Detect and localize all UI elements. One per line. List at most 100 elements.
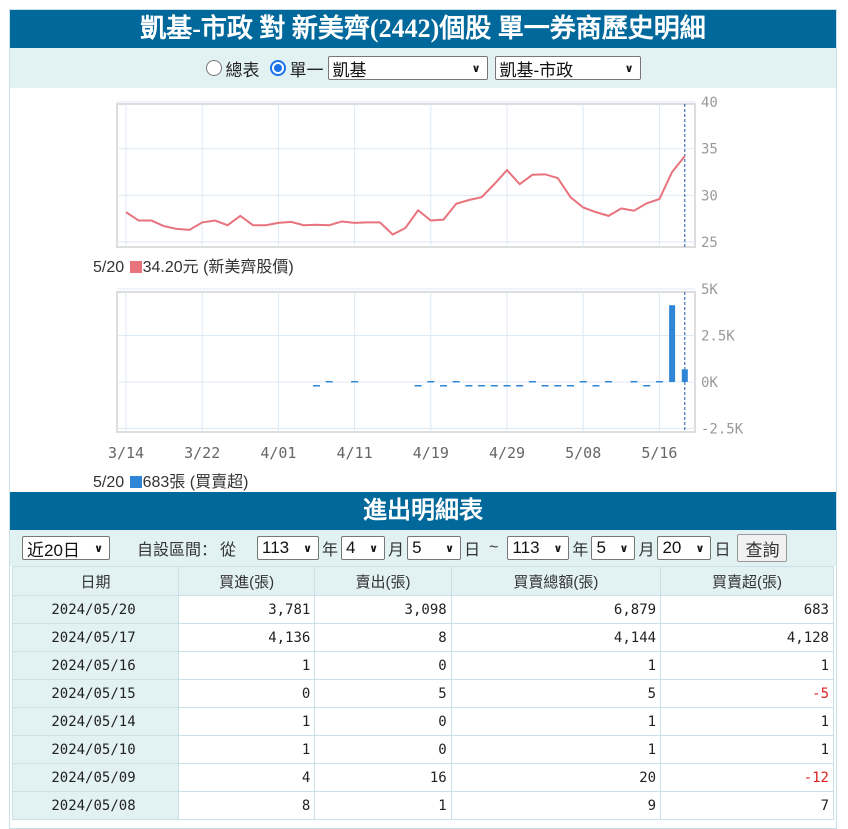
buy-cell: 1: [177, 707, 316, 736]
xtick-label: 5/08: [565, 444, 601, 462]
detail-table: 日期 買進(張) 賣出(張) 買賣總額(張) 買賣超(張) 2024/05/20 3,78…: [12, 566, 834, 820]
from-year-select[interactable]: 113 ∨: [257, 536, 320, 560]
column-header[interactable]: 買進(張): [177, 566, 316, 596]
net-swatch: [129, 476, 142, 488]
value: 4: [346, 538, 356, 557]
value: 113: [262, 538, 290, 557]
legend-value: 34.20元: [142, 259, 199, 276]
total-cell: 4,144: [450, 623, 662, 652]
from-day-select[interactable]: 5 ∨: [407, 536, 462, 560]
total-cell: 20: [450, 763, 662, 792]
net-bar: [681, 369, 688, 382]
net-bar: [313, 385, 320, 387]
column-header[interactable]: 買賣超(張): [660, 566, 834, 596]
net-bar: [643, 385, 651, 387]
buy-cell: 1: [177, 735, 316, 764]
sell-cell: 1: [314, 791, 452, 820]
chevron-down-icon: ∨: [94, 542, 103, 555]
net-bar: [503, 385, 511, 387]
net-bar: [440, 385, 447, 387]
month-unit: 月: [638, 542, 655, 559]
net-cell: -5: [660, 679, 834, 708]
sell-cell: 0: [314, 651, 452, 680]
chevron-down-icon: ∨: [553, 542, 563, 555]
net-bar: [669, 305, 676, 382]
total-cell: 1: [450, 707, 662, 736]
date-cell: 2024/05/10: [12, 735, 179, 764]
net-bar: [516, 385, 524, 387]
table-row: 2024/05/14 1 0 1 1: [12, 707, 834, 736]
sell-cell: 0: [314, 707, 452, 736]
range-select[interactable]: 近20日 ∨: [22, 536, 110, 560]
table-row: 2024/05/09 4 16 20 -12: [12, 763, 834, 792]
net-bar: [554, 385, 562, 387]
net-bar: [427, 381, 435, 383]
price-ytick-label: 25: [701, 235, 718, 251]
value: 5: [412, 538, 422, 557]
net-ytick-label: 5K: [701, 282, 718, 298]
sell-cell: 3,098: [314, 595, 452, 624]
sell-cell: 0: [314, 735, 452, 764]
net-bar: [414, 385, 422, 387]
total-cell: 9: [450, 791, 662, 820]
date-cell: 2024/05/15: [12, 679, 179, 708]
from-month-select[interactable]: 4 ∨: [341, 536, 386, 560]
year-unit: 年: [322, 542, 339, 559]
chevron-down-icon: ∨: [619, 542, 629, 555]
chevron-down-icon: ∨: [369, 542, 379, 555]
tilde: ~: [489, 539, 499, 556]
net-cell: 683: [660, 595, 834, 624]
page-container: 凱基-市政 對 新美齊(2442)個股 單一券商歷史明細 總表 單一 凱基 ∨ 凱…: [9, 9, 837, 829]
xtick-label: 4/01: [260, 444, 296, 462]
column-header[interactable]: 賣出(張): [314, 566, 452, 596]
buy-cell: 3,781: [177, 595, 316, 624]
sell-cell: 16: [314, 763, 452, 792]
net-bar: [655, 381, 663, 383]
net-cell: 1: [660, 651, 834, 680]
day-unit: 日: [714, 542, 731, 559]
column-header[interactable]: 日期: [12, 566, 179, 596]
xtick-label: 4/11: [337, 444, 373, 462]
chevron-down-icon: ∨: [303, 542, 313, 555]
value: 5: [596, 538, 606, 557]
net-cell: 1: [660, 735, 834, 764]
net-cell: 7: [660, 791, 834, 820]
net-bar: [490, 385, 498, 387]
from-label: 從: [220, 542, 237, 559]
chevron-down-icon: ∨: [695, 542, 705, 555]
month-unit: 月: [388, 542, 405, 559]
date-cell: 2024/05/20: [12, 595, 179, 624]
price-swatch: [129, 261, 142, 273]
chevron-down-icon: ∨: [445, 542, 455, 555]
net-bar: [579, 381, 587, 383]
day-unit: 日: [464, 542, 481, 559]
table-header-row: 日期 買進(張) 賣出(張) 買賣總額(張) 買賣超(張): [12, 566, 834, 596]
legend-label: (新美齊股價): [203, 259, 294, 276]
legend-value: 683張: [142, 474, 186, 491]
price-ytick-label: 30: [701, 188, 718, 204]
to-day-select[interactable]: 20 ∨: [657, 536, 712, 560]
column-header[interactable]: 買賣總額(張): [450, 566, 662, 596]
net-ytick-label: 2.5K: [701, 329, 735, 345]
price-ytick-label: 35: [701, 142, 718, 158]
xtick-label: 3/22: [184, 444, 220, 462]
buy-cell: 0: [177, 679, 316, 708]
range-select-value: 近20日: [27, 540, 80, 560]
buy-cell: 1: [177, 651, 316, 680]
xtick-label: 3/14: [108, 444, 144, 462]
total-cell: 6,879: [450, 595, 662, 624]
net-bar: [351, 381, 359, 383]
net-ytick-label: -2.5K: [701, 422, 744, 438]
net-plot-frame: [116, 291, 696, 433]
net-bar: [478, 385, 486, 387]
to-month-select[interactable]: 5 ∨: [591, 536, 636, 560]
table-row: 2024/05/17 4,136 8 4,144 4,128: [12, 623, 834, 652]
to-year-select[interactable]: 113 ∨: [507, 536, 570, 560]
legend-label: (買賣超): [189, 474, 249, 491]
table-row: 2024/05/08 8 1 9 7: [12, 791, 834, 820]
value: 113: [512, 538, 540, 557]
net-bar: [605, 381, 613, 383]
price-legend: 5/20 34.20元 (新美齊股價): [93, 253, 294, 277]
query-button[interactable]: 查詢: [737, 534, 788, 562]
buy-cell: 8: [177, 791, 316, 820]
